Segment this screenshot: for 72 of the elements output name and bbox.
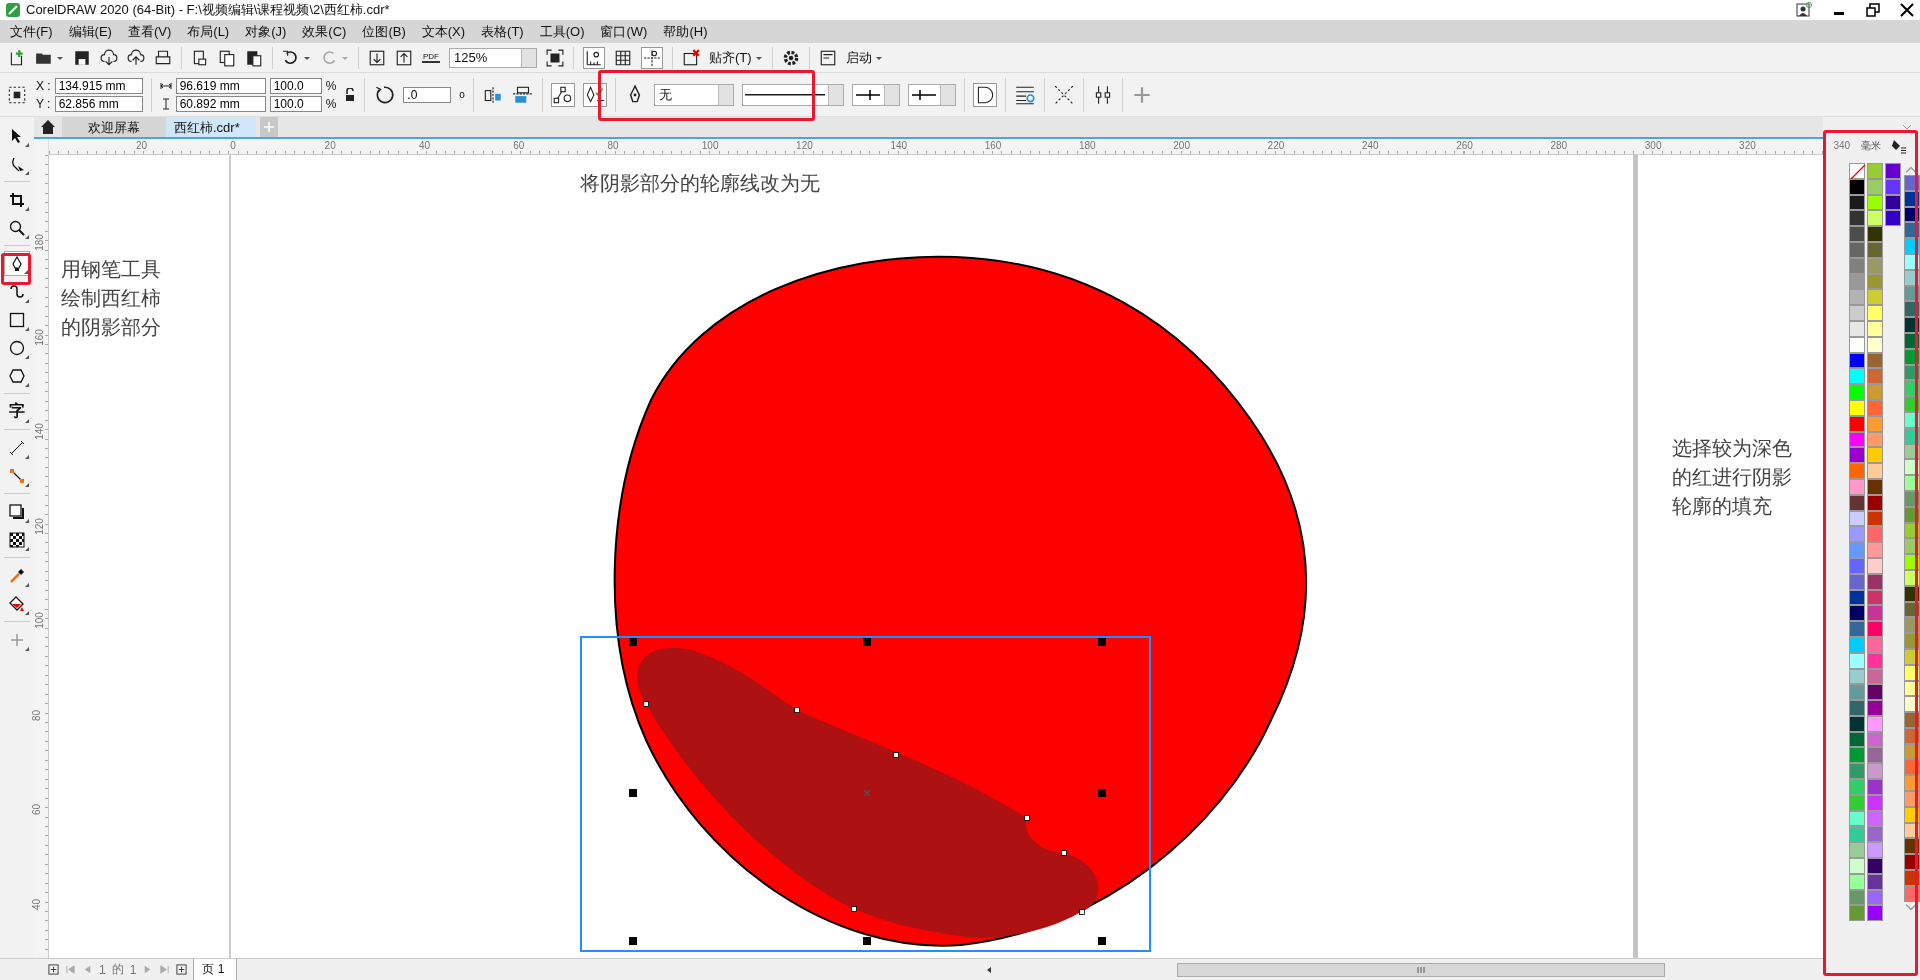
page-of-label: 的 [111,961,124,978]
ruler-label: 100 [701,140,719,151]
publish-pdf-button[interactable]: PDF [422,52,440,63]
percent-label: % [325,78,337,93]
snap-menu[interactable]: 贴齐(T) [709,48,752,67]
window-title: CorelDRAW 2020 (64-Bit) - F:\视频编辑\课程视频\2\西红柿.cdr* [26,1,390,19]
ruler-label: 160 [33,328,45,346]
ruler-label: 240 [1361,140,1379,151]
height-field[interactable]: 60.892 mm [175,95,266,112]
note-line: 用钢笔工具 [61,257,161,282]
page-number: 1 [99,962,106,977]
outline-width-dropdown[interactable]: 无 [653,83,734,106]
menu-item[interactable]: 表格(T) [481,22,524,41]
x-position-field[interactable]: 134.915 mm [54,77,143,94]
note-line: 的红进行阴影 [1672,465,1792,490]
ruler-label: 80 [31,709,43,721]
ruler-label: 0 [230,140,236,151]
ruler-unit-label: 毫米 [1861,138,1881,153]
zoom-level-combo[interactable]: 125% [449,47,537,68]
percent-label: % [325,96,337,111]
menu-item[interactable]: 对象(J) [245,22,287,41]
menu-item[interactable]: 效果(C) [302,22,347,41]
ruler-label: 340 [1833,140,1851,151]
width-field[interactable]: 96.619 mm [175,77,266,94]
ruler-label: 60 [31,803,43,816]
note-line: 轮廓的填充 [1672,494,1773,519]
launch-menu[interactable]: 启动 [845,48,872,67]
rotation-field[interactable]: .0 [403,86,452,103]
instruction-text: 将阴影部分的轮廓线改为无 [580,171,820,196]
ruler-label: 180 [1079,140,1096,151]
menu-item[interactable]: 文件(F) [10,22,53,41]
ruler-label: 120 [33,517,45,535]
note-line: 绘制西红柿 [61,286,161,311]
menu-item[interactable]: 工具(O) [539,22,585,41]
ruler-label: 300 [1644,140,1662,151]
ruler-label: 260 [1456,140,1473,151]
y-label: Y : [36,96,51,111]
menu-item[interactable]: 文本(X) [421,22,466,41]
ruler-label: 60 [513,140,525,151]
scale-y-field[interactable]: 100.0 [269,95,322,112]
menu-item[interactable]: 查看(V) [127,22,172,41]
y-position-field[interactable]: 62.856 mm [54,95,143,112]
ruler-label: 180 [33,234,45,251]
menu-item[interactable]: 位图(B) [362,22,406,41]
ruler-label: 140 [890,140,908,151]
ruler-label: 20 [324,140,336,151]
ruler-label: 220 [1267,140,1285,151]
ruler-label: 280 [1550,140,1568,151]
page-count: 1 [129,962,137,977]
x-label: X : [36,78,51,93]
menu-item[interactable]: 窗口(W) [600,22,648,41]
page-tab[interactable]: 页 1 [193,958,238,980]
ruler-label: 20 [136,140,148,151]
ruler-label: 320 [1739,140,1756,151]
text-tool[interactable]: 字 [4,399,30,424]
ruler-label: 40 [418,140,430,151]
degree-label: o [459,89,465,100]
ruler-label: 160 [984,140,1002,151]
note-line: 的阴影部分 [61,315,161,340]
document-tab[interactable]: 西红柿.cdr* [166,117,256,137]
ruler-label: 80 [607,140,619,151]
ruler-label: 140 [33,423,45,440]
menu-item[interactable]: 编辑(E) [68,22,112,41]
document-tab[interactable]: 欢迎屏幕 [62,117,166,137]
scale-x-field[interactable]: 100.0 [269,77,322,94]
ruler-label: 100 [33,612,45,629]
ruler-label: 120 [796,140,813,151]
note-line: 选择较为深色 [1672,436,1792,461]
ruler-label: 200 [1173,140,1190,151]
ruler-label: 40 [31,898,43,910]
menu-item[interactable]: 帮助(H) [663,22,708,41]
menu-item[interactable]: 布局(L) [187,22,230,41]
